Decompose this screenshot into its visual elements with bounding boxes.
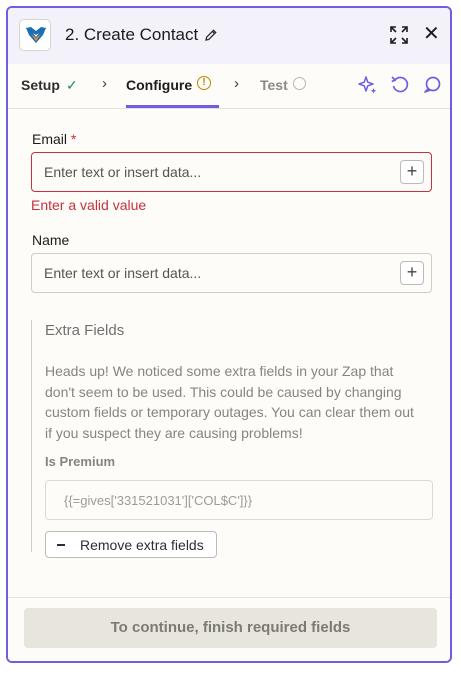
continue-button[interactable]: To continue, finish required fields [24, 608, 437, 648]
comment-icon[interactable] [422, 75, 442, 95]
minus-icon [57, 544, 65, 546]
email-field[interactable]: Enter text or insert data... + [31, 152, 432, 192]
name-placeholder: Enter text or insert data... [44, 265, 202, 281]
is-premium-label: Is Premium [45, 454, 116, 469]
step-title: 2. Create Contact [65, 25, 199, 44]
expand-icon[interactable] [390, 26, 408, 44]
close-icon[interactable]: ✕ [423, 24, 440, 44]
clock-icon [293, 77, 306, 90]
email-placeholder: Enter text or insert data... [44, 164, 202, 180]
name-label: Name [32, 232, 70, 248]
insert-data-button[interactable]: + [400, 160, 424, 184]
refresh-icon[interactable] [390, 75, 410, 95]
pencil-icon[interactable] [204, 28, 218, 42]
panel-footer: To continue, finish required fields [8, 597, 450, 661]
step-editor-panel: 2. Create Contact ✕ Setup ✓ › Configure … [6, 6, 452, 663]
app-logo [19, 19, 51, 51]
check-icon: ✓ [66, 77, 78, 93]
tab-setup[interactable]: Setup [21, 77, 60, 93]
name-field[interactable]: Enter text or insert data... + [31, 253, 432, 293]
remove-extra-fields-label: Remove extra fields [80, 537, 204, 553]
is-premium-value: {{=gives['331521031']['COL$C']}} [64, 493, 253, 508]
required-mark: * [70, 131, 77, 147]
email-error-message: Enter a valid value [31, 197, 147, 213]
extra-fields-section: Extra Fields Heads up! We noticed some e… [31, 320, 433, 558]
tab-configure[interactable]: Configure [126, 77, 192, 93]
extra-fields-description: Heads up! We noticed some extra fields i… [45, 363, 414, 441]
warning-icon: ! [197, 76, 211, 90]
extra-fields-title: Extra Fields [45, 322, 125, 339]
email-label: Email * [32, 131, 76, 147]
panel-header: 2. Create Contact ✕ [8, 8, 450, 64]
email-label-text: Email [32, 131, 68, 147]
active-tab-indicator [126, 105, 219, 108]
getresponse-fox-icon [26, 27, 46, 43]
is-premium-field: {{=gives['331521031']['COL$C']}} [45, 480, 433, 520]
chevron-right-icon: › [234, 75, 239, 92]
step-tabs: Setup ✓ › Configure ! › Test [8, 64, 450, 109]
tab-test[interactable]: Test [260, 77, 288, 93]
insert-data-button[interactable]: + [400, 261, 424, 285]
chevron-right-icon: › [102, 75, 107, 92]
remove-extra-fields-button[interactable]: Remove extra fields [45, 531, 217, 558]
ai-sparkle-icon[interactable] [358, 75, 378, 95]
